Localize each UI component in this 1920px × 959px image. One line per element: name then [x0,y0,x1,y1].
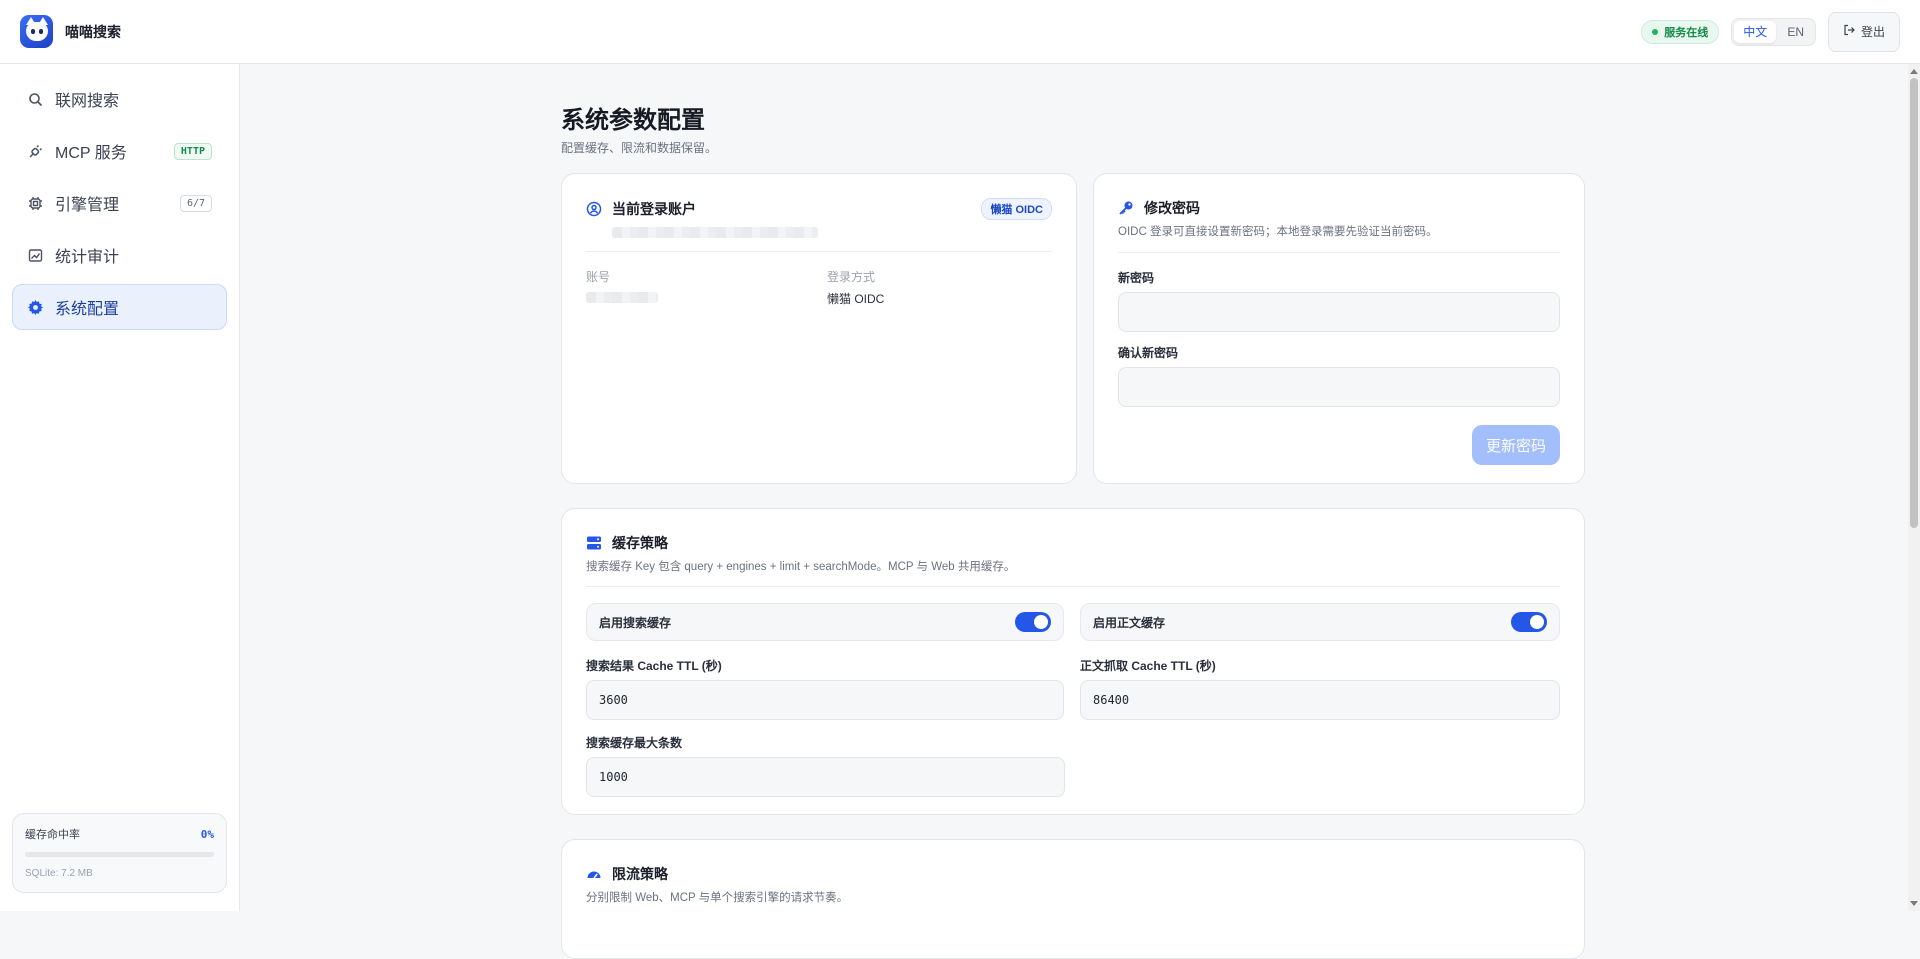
gear-icon [27,299,43,315]
search-ttl-label: 搜索结果 Cache TTL (秒) [586,659,722,673]
cache-policy-title: 缓存策略 [612,535,668,551]
login-method-value: 懒猫 OIDC [827,292,885,306]
cache-policy-card: 缓存策略 搜索缓存 Key 包含 query + engines + limit… [561,508,1585,815]
key-icon [1118,200,1134,216]
change-password-title: 修改密码 [1144,200,1200,216]
blurred-account-value [586,292,658,303]
chip-icon [27,195,43,211]
confirm-password-input[interactable] [1118,367,1560,407]
content-ttl-label: 正文抓取 Cache TTL (秒) [1080,659,1216,673]
sidebar-item-stats[interactable]: 统计审计 [12,232,227,278]
lang-en-button[interactable]: EN [1778,21,1813,43]
gauge-icon [586,866,602,882]
confirm-password-label: 确认新密码 [1118,346,1179,360]
rate-limit-title: 限流策略 [612,866,668,882]
sidebar-item-settings[interactable]: 系统配置 [12,284,227,330]
engine-count-badge: 6/7 [179,194,212,212]
user-circle-icon [586,201,602,217]
account-card: 当前登录账户 懒猫 OIDC 账号 登录方式 懒猫 OIDC [561,173,1077,484]
status-dot-icon [1652,28,1659,35]
search-cache-toggle-label: 启用搜索缓存 [599,615,672,630]
account-label: 账号 [586,270,611,284]
db-size-label: SQLite: 7.2 MB [25,868,93,879]
sidebar-item-web-search[interactable]: 联网搜索 [12,76,227,122]
app-logo-icon[interactable] [20,15,53,48]
scroll-down-icon[interactable] [1910,901,1918,906]
change-password-desc: OIDC 登录可直接设置新密码；本地登录需要先验证当前密码。 [1118,226,1438,238]
search-cache-toggle[interactable] [1015,612,1051,632]
sidebar-item-label: 联网搜索 [55,93,120,110]
content-cache-toggle[interactable] [1511,612,1547,632]
scroll-up-icon[interactable] [1910,69,1918,74]
service-status-label: 服务在线 [1664,26,1709,39]
cache-hit-rate-card: 缓存命中率 0% SQLite: 7.2 MB [12,813,227,893]
blurred-email [612,227,818,238]
cache-hit-rate-value: 0% [200,827,214,841]
logout-icon [1843,24,1855,39]
cache-hit-rate-label: 缓存命中率 [25,829,80,841]
sidebar-item-label: 系统配置 [55,301,120,318]
app-title: 喵喵搜索 [65,23,121,40]
search-cache-toggle-row: 启用搜索缓存 [586,603,1064,641]
content-ttl-input[interactable]: 86400 [1080,680,1560,720]
plug-icon [27,143,43,159]
cache-policy-desc: 搜索缓存 Key 包含 query + engines + limit + se… [586,561,1016,573]
rate-limit-card: 限流策略 分别限制 Web、MCP 与单个搜索引擎的请求节奏。 [561,839,1585,959]
server-icon [586,535,602,551]
max-entries-label: 搜索缓存最大条数 [586,736,683,750]
sidebar-item-label: 引擎管理 [55,197,120,214]
account-card-title: 当前登录账户 [612,201,696,217]
sidebar-item-label: 统计审计 [55,249,120,266]
update-password-button[interactable]: 更新密码 [1471,425,1560,465]
auth-provider-badge: 懒猫 OIDC [981,198,1052,220]
top-bar: 喵喵搜索 服务在线 中文 EN 登出 [0,0,1920,64]
change-password-card: 修改密码 OIDC 登录可直接设置新密码；本地登录需要先验证当前密码。 新密码 … [1093,173,1585,484]
new-password-label: 新密码 [1118,271,1155,285]
service-status-badge: 服务在线 [1641,19,1720,44]
sidebar-item-label: MCP 服务 [55,145,127,162]
logout-label: 登出 [1860,25,1885,39]
page-subtitle: 配置缓存、限流和数据保留。 [561,141,718,155]
content-cache-toggle-label: 启用正文缓存 [1093,615,1166,630]
sidebar-item-mcp[interactable]: MCP 服务 HTTP [12,128,227,174]
scroll-thumb[interactable] [1910,78,1918,528]
search-ttl-input[interactable]: 3600 [586,680,1064,720]
language-switch: 中文 EN [1731,17,1816,46]
cache-hit-rate-bar [25,852,214,857]
lang-zh-button[interactable]: 中文 [1734,20,1777,43]
mcp-http-badge: HTTP [173,142,212,160]
sidebar-item-engines[interactable]: 引擎管理 6/7 [12,180,227,226]
max-entries-input[interactable]: 1000 [586,757,1065,797]
main-content: 系统参数配置 配置缓存、限流和数据保留。 当前登录账户 懒猫 OIDC 账号 登… [561,64,1585,959]
page-title: 系统参数配置 [561,107,705,134]
rate-limit-desc: 分别限制 Web、MCP 与单个搜索引擎的请求节奏。 [586,892,849,904]
logout-button[interactable]: 登出 [1827,11,1900,52]
page-scrollbar[interactable] [1908,64,1920,911]
content-cache-toggle-row: 启用正文缓存 [1080,603,1560,641]
search-icon [27,91,43,107]
image-chart-icon [27,247,43,263]
sidebar: 联网搜索 MCP 服务 HTTP 引擎管理 6/7 统计审计 系统配置 缓存命中… [0,64,240,911]
new-password-input[interactable] [1118,292,1560,332]
login-method-label: 登录方式 [827,270,876,284]
